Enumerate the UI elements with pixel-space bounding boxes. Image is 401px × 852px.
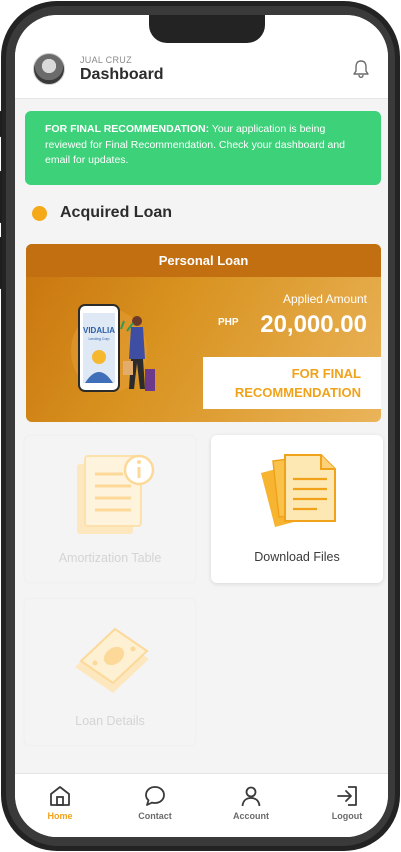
loan-amount: 20,000.00 xyxy=(260,311,367,338)
logo-text: VIDALIA xyxy=(83,326,115,335)
cash-icon xyxy=(75,627,149,693)
phone-notch xyxy=(149,15,265,43)
nav-logout[interactable]: Logout xyxy=(317,774,377,837)
tile-label: Loan Details xyxy=(75,714,145,728)
loan-details-tile[interactable]: Loan Details xyxy=(24,598,196,746)
logo-subtext: Lending Corp xyxy=(88,337,109,341)
document-info-icon xyxy=(77,454,155,534)
side-button xyxy=(0,111,2,137)
logout-icon xyxy=(337,786,357,806)
avatar[interactable] xyxy=(33,53,65,85)
loan-type: Personal Loan xyxy=(26,244,381,277)
currency-label: PHP xyxy=(218,317,239,328)
app-screen: JUAL CRUZ Dashboard FOR FINAL RECOMMENDA… xyxy=(15,15,388,837)
loan-card[interactable]: Personal Loan VIDALIA Lending Corp Appli… xyxy=(26,244,381,422)
tile-label: Amortization Table xyxy=(58,551,162,565)
home-icon xyxy=(50,786,70,806)
section-title: Acquired Loan xyxy=(60,204,173,221)
page-title: Dashboard xyxy=(80,66,164,83)
applied-amount-label: Applied Amount xyxy=(282,292,367,306)
loan-status-line: RECOMMENDATION xyxy=(234,385,361,400)
bottom-navigation: Home Contact Account Logout xyxy=(15,773,388,837)
loan-status-line: FOR FINAL xyxy=(291,366,361,381)
chat-icon xyxy=(145,786,165,806)
status-alert: FOR FINAL RECOMMENDATION: Your applicati… xyxy=(25,111,381,185)
download-files-tile[interactable]: Download Files xyxy=(211,435,383,583)
section-dot xyxy=(32,206,47,221)
files-icon xyxy=(261,454,336,527)
side-button xyxy=(0,237,2,289)
alert-title: FOR FINAL RECOMMENDATION: xyxy=(45,123,210,135)
nav-account[interactable]: Account xyxy=(221,774,281,837)
user-name: JUAL CRUZ xyxy=(80,55,132,65)
nav-label: Account xyxy=(233,811,269,821)
nav-contact[interactable]: Contact xyxy=(125,774,185,837)
nav-label: Home xyxy=(47,811,73,821)
nav-home[interactable]: Home xyxy=(30,774,90,837)
phone-frame: JUAL CRUZ Dashboard FOR FINAL RECOMMENDA… xyxy=(0,1,400,851)
tile-label: Download Files xyxy=(254,550,340,564)
phone-shopping-illustration: VIDALIA Lending Corp xyxy=(71,304,155,393)
nav-label: Logout xyxy=(331,811,363,821)
nav-label: Contact xyxy=(138,811,172,821)
amortization-table-tile[interactable]: Amortization Table xyxy=(24,435,196,583)
user-icon xyxy=(241,786,261,807)
loan-status: FOR FINAL RECOMMENDATION xyxy=(203,357,381,409)
bell-icon[interactable] xyxy=(352,59,370,79)
side-button xyxy=(0,171,2,223)
